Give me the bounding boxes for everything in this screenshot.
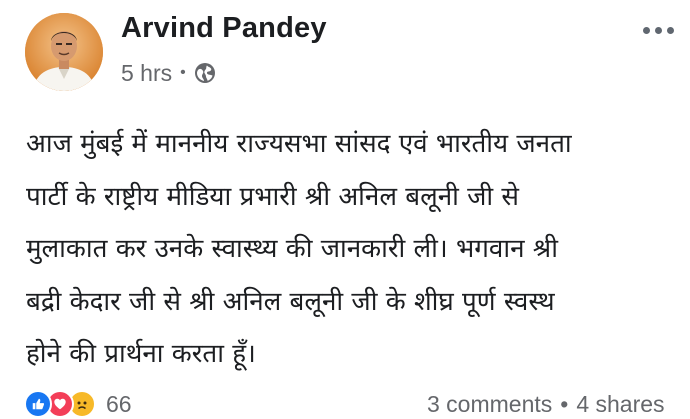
- post-text-line: आज मुंबई में माननीय राज्यसभा सांसद एवं भ…: [26, 129, 572, 159]
- more-dot: [667, 26, 674, 34]
- globe-icon[interactable]: [193, 61, 217, 85]
- more-options-button[interactable]: [643, 18, 687, 42]
- like-icon: [24, 390, 52, 418]
- shares-link[interactable]: 4 shares: [576, 391, 664, 418]
- post-text-line: मुलाकात कर उनके स्वास्थ्य की जानकारी ली।…: [26, 234, 558, 264]
- post-footer: 66 3 comments • 4 shares: [0, 385, 690, 418]
- post-header: Arvind Pandey 5 hrs •: [0, 0, 690, 100]
- comments-link[interactable]: 3 comments: [427, 391, 552, 418]
- counts-separator: •: [560, 391, 569, 417]
- reactions-summary[interactable]: 66: [24, 389, 132, 419]
- meta-separator: •: [180, 64, 186, 81]
- post-meta: 5 hrs •: [121, 58, 217, 88]
- post-text-line: होने की प्रार्थना करता हूँ।: [26, 339, 256, 369]
- more-dot: [643, 26, 650, 34]
- more-dot: [655, 26, 662, 34]
- post-text-line: पार्टी के राष्ट्रीय मीडिया प्रभारी श्री …: [26, 181, 520, 212]
- post-text: आज मुंबई में माननीय राज्यसभा सांसद एवं भ…: [26, 118, 681, 381]
- post-timestamp[interactable]: 5 hrs: [121, 60, 172, 87]
- author-name[interactable]: Arvind Pandey: [121, 12, 327, 45]
- engagement-counts: 3 comments • 4 shares: [427, 391, 665, 418]
- avatar[interactable]: [25, 13, 103, 91]
- post-text-line: बद्री केदार जी से श्री अनिल बलूनी जी के …: [26, 286, 555, 317]
- reaction-count[interactable]: 66: [106, 391, 132, 418]
